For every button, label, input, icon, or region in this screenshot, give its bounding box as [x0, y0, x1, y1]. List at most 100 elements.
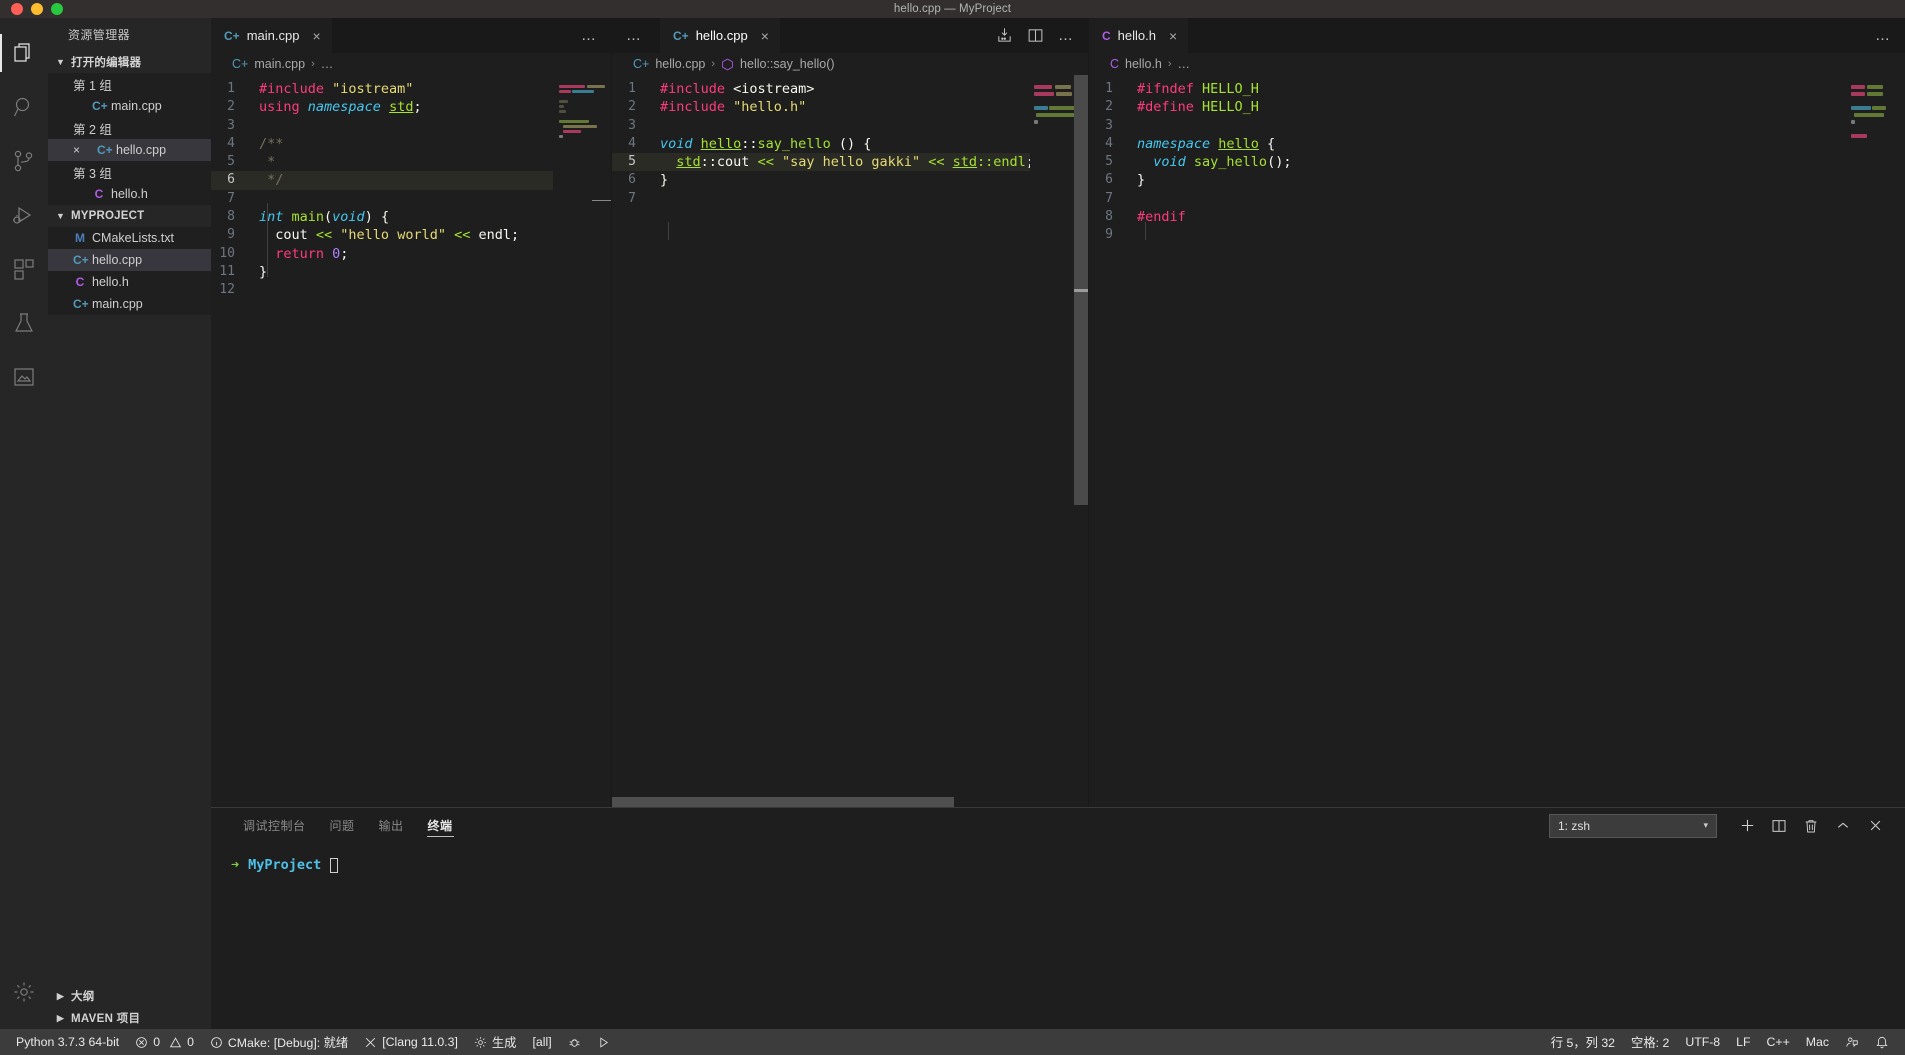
new-terminal-button[interactable]: [1731, 812, 1763, 840]
status-cmake-build[interactable]: 生成: [466, 1029, 525, 1055]
code-line[interactable]: 3: [612, 117, 1088, 135]
status-eol[interactable]: LF: [1728, 1029, 1758, 1055]
panel-tab-output[interactable]: 输出: [367, 808, 416, 843]
activity-item-run-debug[interactable]: [0, 188, 48, 242]
open-editor-hello-cpp[interactable]: × C+ hello.cpp: [48, 139, 211, 161]
maven-section-header[interactable]: ▶ MAVEN 项目: [48, 1007, 211, 1029]
code-line[interactable]: 5 *: [211, 153, 611, 171]
more-actions-icon[interactable]: …: [626, 28, 642, 43]
open-editor-hello-h[interactable]: C hello.h: [48, 183, 211, 205]
run-cmake-target-icon[interactable]: [996, 27, 1013, 44]
outline-section-header[interactable]: ▶ 大纲: [48, 985, 211, 1007]
split-terminal-button[interactable]: [1763, 812, 1795, 840]
code-line[interactable]: 6}: [612, 171, 1088, 189]
breadcrumb-file[interactable]: hello.h: [1125, 57, 1162, 71]
code-line[interactable]: 2 using namespace std;: [211, 98, 611, 116]
status-cmake-target[interactable]: [all]: [524, 1029, 559, 1055]
breadcrumb-file[interactable]: hello.cpp: [655, 57, 705, 71]
close-tab-icon[interactable]: ×: [1169, 29, 1177, 43]
code-line[interactable]: 7: [211, 190, 611, 208]
code-line[interactable]: 4 namespace hello {: [1089, 135, 1905, 153]
maximize-window-button[interactable]: [51, 3, 63, 15]
more-actions-icon[interactable]: …: [581, 28, 597, 43]
close-editor-icon[interactable]: ×: [73, 143, 87, 157]
terminal-selector[interactable]: 1: zsh ▾: [1549, 813, 1717, 838]
code-editor-main-cpp[interactable]: 1 #include "iostream" 2 using namespace std…: [211, 75, 611, 807]
status-platform[interactable]: Mac: [1798, 1029, 1837, 1055]
status-indentation[interactable]: 空格: 2: [1623, 1029, 1677, 1055]
tab-main-cpp[interactable]: C+ main.cpp ×: [211, 18, 332, 53]
activity-item-explorer[interactable]: [0, 26, 48, 80]
code-line[interactable]: 2 #define HELLO_H: [1089, 98, 1905, 116]
code-line[interactable]: 8 #endif: [1089, 208, 1905, 226]
terminal-body[interactable]: ➜ MyProject: [211, 843, 1905, 1029]
file-item-hello-h[interactable]: C hello.h: [48, 271, 211, 293]
breadcrumb-group-2[interactable]: C+ hello.cpp › hello::say_hello(): [612, 53, 1088, 75]
code-line[interactable]: 9 cout << "hello world" << endl;: [211, 226, 611, 244]
code-line[interactable]: 2 #include "hello.h": [612, 98, 1088, 116]
code-line[interactable]: 1 #include "iostream": [211, 80, 611, 98]
panel-tab-debug-console[interactable]: 调试控制台: [231, 808, 318, 843]
open-editors-header[interactable]: ▼ 打开的编辑器: [48, 51, 211, 73]
code-line[interactable]: 1 #include <iostream>: [612, 80, 1088, 98]
project-header[interactable]: ▼ MYPROJECT: [48, 205, 211, 227]
breadcrumb-trail[interactable]: …: [321, 57, 334, 71]
minimap-group-3[interactable]: [1847, 75, 1905, 807]
status-encoding[interactable]: UTF-8: [1677, 1029, 1728, 1055]
activity-item-preview[interactable]: [0, 350, 48, 404]
close-window-button[interactable]: [11, 3, 23, 15]
code-line[interactable]: 3: [211, 117, 611, 135]
status-notifications[interactable]: [1867, 1029, 1897, 1055]
activity-item-settings[interactable]: [0, 965, 48, 1019]
status-cursor-position[interactable]: 行 5，列 32: [1543, 1029, 1623, 1055]
horizontal-scrollbar[interactable]: [612, 797, 1088, 807]
file-item-hello-cpp[interactable]: C+ hello.cpp: [48, 249, 211, 271]
kill-terminal-button[interactable]: [1795, 812, 1827, 840]
activity-item-source-control[interactable]: [0, 134, 48, 188]
status-cmake-debug[interactable]: [560, 1029, 589, 1055]
code-line[interactable]: 11}: [211, 263, 611, 281]
minimap-group-2[interactable]: [1030, 75, 1088, 807]
close-tab-icon[interactable]: ×: [312, 29, 320, 43]
code-line[interactable]: 4 void hello::say_hello () {: [612, 135, 1088, 153]
minimize-window-button[interactable]: [31, 3, 43, 15]
panel-tab-problems[interactable]: 问题: [318, 808, 367, 843]
breadcrumb-trail[interactable]: …: [1178, 57, 1191, 71]
activity-item-search[interactable]: [0, 80, 48, 134]
breadcrumb-symbol[interactable]: hello::say_hello(): [740, 57, 835, 71]
code-editor-hello-h[interactable]: 1 #ifndef HELLO_H 2 #define HELLO_H 3 4 namesp…: [1089, 75, 1905, 807]
code-line[interactable]: 3: [1089, 117, 1905, 135]
status-python-version[interactable]: Python 3.7.3 64-bit: [8, 1029, 127, 1055]
code-line[interactable]: 6}: [1089, 171, 1905, 189]
code-line[interactable]: 7: [612, 190, 1088, 208]
file-item-main-cpp[interactable]: C+ main.cpp: [48, 293, 211, 315]
code-line[interactable]: 7: [1089, 190, 1905, 208]
more-actions-icon[interactable]: …: [1875, 28, 1891, 43]
activity-item-testing[interactable]: [0, 296, 48, 350]
tab-hello-cpp[interactable]: C+ hello.cpp ×: [660, 18, 780, 53]
split-editor-icon[interactable]: [1027, 27, 1044, 44]
close-panel-button[interactable]: [1859, 812, 1891, 840]
maximize-panel-button[interactable]: [1827, 812, 1859, 840]
code-line[interactable]: 4 /**: [211, 135, 611, 153]
panel-tab-terminal[interactable]: 终端: [416, 808, 465, 843]
status-cmake[interactable]: CMake: [Debug]: 就绪: [202, 1029, 356, 1055]
more-actions-icon[interactable]: …: [1058, 28, 1074, 43]
code-editor-hello-cpp[interactable]: 1 #include <iostream> 2 #include "hello.h" 3…: [612, 75, 1088, 807]
code-line[interactable]: 5 void say_hello();: [1089, 153, 1905, 171]
activity-item-extensions[interactable]: [0, 242, 48, 296]
group-2-left-overflow[interactable]: …: [612, 18, 660, 53]
tab-hello-h[interactable]: C hello.h ×: [1089, 18, 1189, 53]
code-line[interactable]: 6 */: [211, 171, 611, 190]
code-line[interactable]: 8 int main(void) {: [211, 208, 611, 226]
minimap-group-1[interactable]: [553, 75, 611, 807]
status-cmake-run[interactable]: [589, 1029, 618, 1055]
breadcrumb-group-3[interactable]: C hello.h › …: [1089, 53, 1905, 75]
close-tab-icon[interactable]: ×: [761, 29, 769, 43]
open-editor-main-cpp[interactable]: C+ main.cpp: [48, 95, 211, 117]
breadcrumb-file[interactable]: main.cpp: [254, 57, 305, 71]
breadcrumb-group-1[interactable]: C+ main.cpp › …: [211, 53, 611, 75]
status-feedback[interactable]: [1837, 1029, 1867, 1055]
code-line[interactable]: 12: [211, 281, 611, 299]
code-line[interactable]: 5 std::cout << "say hello gakki" << std:…: [612, 153, 1088, 172]
